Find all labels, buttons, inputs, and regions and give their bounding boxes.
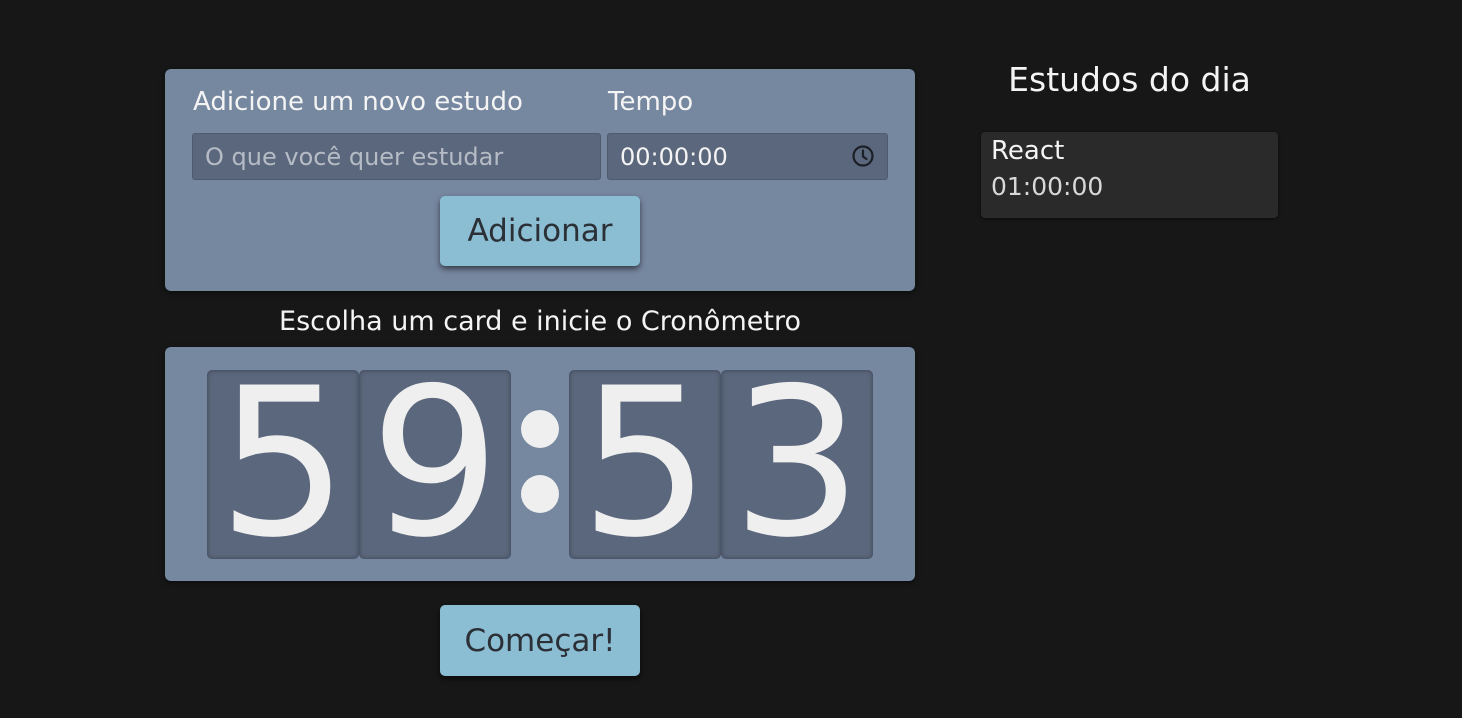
seconds-ones-digit: 3 bbox=[721, 362, 873, 567]
study-input-placeholder: O que você quer estudar bbox=[205, 142, 504, 171]
time-input-value: 00:00:00 bbox=[620, 142, 728, 171]
daily-studies-title: Estudos do dia bbox=[1008, 60, 1251, 99]
seconds-tens-digit: 5 bbox=[569, 362, 721, 567]
chronometer-title: Escolha um card e inicie o Cronômetro bbox=[279, 306, 801, 337]
study-card-name: React bbox=[991, 136, 1065, 166]
study-card-time: 01:00:00 bbox=[991, 172, 1104, 201]
minutes-ones-digit: 9 bbox=[359, 362, 511, 567]
colon-separator-top bbox=[521, 410, 559, 448]
clock-icon[interactable] bbox=[851, 140, 875, 174]
start-button[interactable]: Começar! bbox=[440, 605, 640, 676]
colon-separator-bottom bbox=[521, 475, 559, 513]
minutes-tens-digit: 5 bbox=[207, 362, 359, 567]
time-label: Tempo bbox=[608, 87, 694, 117]
study-label: Adicione um novo estudo bbox=[193, 87, 523, 117]
study-input[interactable]: O que você quer estudar bbox=[192, 133, 601, 180]
add-button[interactable]: Adicionar bbox=[440, 196, 640, 266]
study-card[interactable]: React 01:00:00 bbox=[981, 132, 1278, 218]
new-study-form: Adicione um novo estudo Tempo O que você… bbox=[165, 69, 915, 291]
time-input[interactable]: 00:00:00 bbox=[607, 133, 888, 180]
chronometer-display: 5 9 5 3 bbox=[165, 347, 915, 581]
